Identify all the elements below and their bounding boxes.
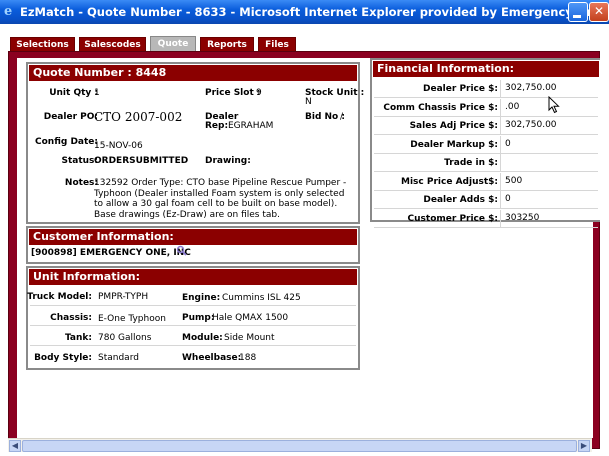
window-title: EzMatch - Quote Number - 8633 - Microsof…: [20, 5, 609, 19]
tank-label: Tank:: [64, 333, 92, 343]
dealer-rep-value: EGRAHAM: [228, 121, 274, 131]
pump-value: Hale QMAX 1500: [212, 313, 289, 323]
truck-model-value: PMPR-TYPH: [98, 292, 149, 302]
module-value: Side Mount: [224, 333, 275, 343]
truck-model-label: Truck Model:: [27, 292, 92, 302]
config-date-label: Config Date:: [35, 137, 98, 147]
tab-selections[interactable]: Selections: [10, 37, 75, 51]
dealer-po-value: CTO 2007-002: [94, 110, 183, 124]
config-date-value: 15-NOV-06: [94, 141, 143, 151]
financial-header: Financial Information:: [373, 61, 599, 77]
ie-icon: e: [4, 4, 13, 19]
customer-header: Customer Information:: [29, 229, 357, 245]
customer-price-row: Customer Price $: 303250: [374, 209, 598, 228]
trade-in-row: Trade in $:: [374, 154, 598, 172]
tab-label: Quote: [157, 39, 189, 49]
tab-label: Files: [265, 40, 289, 50]
price-slot-value: 9: [256, 88, 262, 98]
tab-files[interactable]: Files: [258, 37, 296, 51]
bid-no-value: /: [340, 112, 344, 122]
customer-price-value: 303250: [500, 209, 598, 228]
horizontal-scrollbar[interactable]: ◀ ▶: [8, 438, 592, 452]
dealer-rep-label-2: Rep:: [205, 121, 229, 131]
chevron-right-icon: ▶: [580, 441, 588, 450]
minimize-icon: [573, 15, 581, 18]
wheelbase-label: Wheelbase:: [182, 353, 242, 363]
status-label: Status:: [61, 156, 98, 166]
unit-qty-label: Unit Qty :: [49, 88, 98, 98]
status-value: ORDERSUBMITTED: [94, 156, 189, 166]
engine-label: Engine:: [182, 293, 221, 303]
stock-unit-value: N: [305, 97, 312, 107]
tank-value: 780 Gallons: [98, 333, 152, 343]
dealer-po-label: Dealer PO:: [43, 112, 98, 122]
customer-price-label: Customer Price $:: [407, 213, 498, 224]
tab-label: Reports: [207, 40, 247, 50]
dealer-adds-value: 0: [500, 191, 598, 209]
close-icon: ✕: [593, 4, 605, 18]
price-slot-label: Price Slot :: [205, 88, 261, 98]
mouse-cursor-icon: [548, 96, 560, 114]
sales-adj-price-row: Sales Adj Price $: 302,750.00: [374, 117, 598, 135]
dealer-markup-row: Dealer Markup $: 0: [374, 135, 598, 154]
scroll-thumb[interactable]: [22, 440, 577, 452]
sales-adj-price-label: Sales Adj Price $:: [409, 121, 498, 131]
dealer-markup-value: 0: [500, 135, 598, 154]
window-titlebar: e EzMatch - Quote Number - 8633 - Micros…: [0, 0, 609, 24]
wheelbase-value: 188: [239, 353, 257, 363]
chevron-left-icon: ◀: [11, 441, 19, 450]
engine-value: Cummins ISL 425: [222, 293, 301, 303]
bid-no-label: Bid No :: [305, 112, 345, 122]
quote-header: Quote Number : 8448: [29, 65, 357, 81]
tab-reports[interactable]: Reports: [200, 37, 254, 51]
dealer-price-row: Dealer Price $: 302,750.00: [374, 80, 598, 98]
dealer-price-label: Dealer Price $:: [423, 84, 498, 94]
customer-value: [900898] EMERGENCY ONE, INC: [31, 248, 191, 258]
stock-unit-label: Stock Unit :: [305, 88, 365, 98]
tab-label: Selections: [16, 40, 69, 50]
trade-in-value: [500, 154, 598, 172]
dealer-markup-label: Dealer Markup $:: [410, 139, 498, 150]
tab-salescodes[interactable]: Salescodes: [79, 37, 146, 51]
customer-panel: Customer Information: [900898] EMERGENCY…: [26, 226, 360, 264]
comm-chassis-price-label: Comm Chassis Price $:: [383, 102, 498, 113]
misc-price-adjust-label: Misc Price Adjust$:: [401, 176, 498, 187]
body-style-label: Body Style:: [34, 353, 92, 363]
module-label: Module:: [182, 333, 223, 343]
dealer-adds-label: Dealer Adds $:: [423, 195, 498, 205]
tab-quote[interactable]: Quote: [150, 36, 196, 51]
quote-panel: Quote Number : 8448 Unit Qty : 1 Price S…: [26, 62, 364, 224]
unit-qty-value: 1: [94, 88, 100, 98]
content-inner: Quote Number : 8448 Unit Qty : 1 Price S…: [17, 58, 600, 438]
trade-in-label: Trade in $:: [444, 158, 498, 168]
page-content: Selections Salescodes Quote Reports File…: [0, 24, 609, 456]
content-frame: Quote Number : 8448 Unit Qty : 1 Price S…: [8, 51, 600, 449]
tab-bar: Selections Salescodes Quote Reports File…: [0, 24, 609, 51]
misc-price-adjust-row: Misc Price Adjust$: 500: [374, 172, 598, 191]
close-button[interactable]: ✕: [589, 2, 609, 22]
body-style-value: Standard: [98, 353, 139, 363]
notes-value: 132592 Order Type: CTO base Pipeline Res…: [94, 178, 347, 220]
scroll-left-button[interactable]: ◀: [9, 440, 21, 452]
financial-panel: Financial Information: Dealer Price $: 30…: [370, 58, 600, 228]
misc-price-adjust-value: 500: [500, 172, 598, 191]
dealer-adds-row: Dealer Adds $: 0: [374, 191, 598, 209]
tab-label: Salescodes: [84, 40, 141, 50]
search-icon[interactable]: [176, 245, 188, 257]
chassis-label: Chassis:: [50, 313, 92, 323]
sales-adj-price-value: 302,750.00: [500, 117, 598, 135]
unit-panel: Unit Information: Truck Model: PMPR-TYPH…: [26, 266, 360, 370]
scroll-right-button[interactable]: ▶: [578, 440, 590, 452]
minimize-button[interactable]: [568, 2, 588, 22]
chassis-value: E-One Typhoon: [98, 314, 166, 324]
pump-label: Pump:: [182, 313, 215, 323]
comm-chassis-price-row: Comm Chassis Price $: .00: [374, 98, 598, 117]
unit-header: Unit Information:: [29, 269, 357, 285]
drawing-label: Drawing:: [205, 156, 251, 166]
